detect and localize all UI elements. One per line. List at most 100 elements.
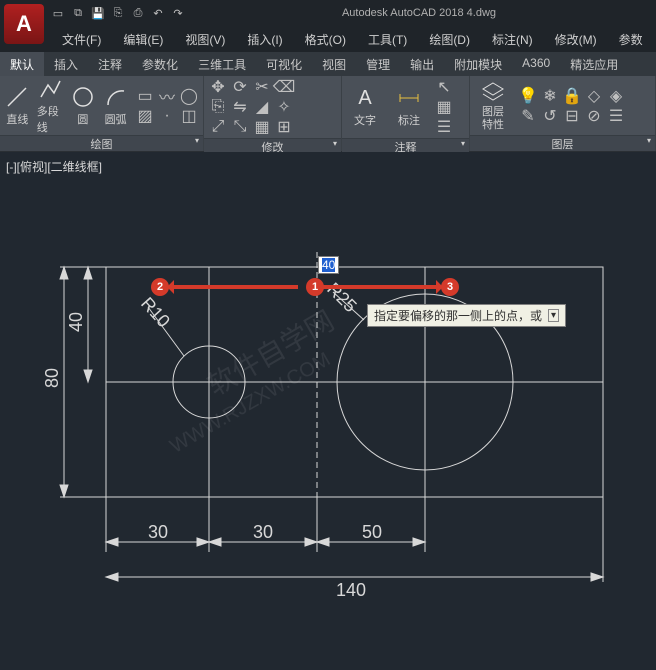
tab-parametric[interactable]: 参数化 [132, 52, 188, 76]
move-icon[interactable]: ✥ [208, 78, 228, 96]
tab-3dtools[interactable]: 三维工具 [188, 52, 256, 76]
circle-button[interactable]: 圆 [70, 79, 97, 133]
layer-prev-icon[interactable]: ↺ [540, 107, 560, 125]
mtext-icon[interactable]: ☰ [434, 118, 454, 136]
layer-state-icon[interactable]: ⊟ [562, 107, 582, 125]
saveas-icon[interactable]: ⎘ [110, 5, 126, 21]
table-icon[interactable]: ▦ [434, 98, 454, 116]
dim-50: 50 [362, 522, 382, 542]
modify-tools: ✥ ⟳ ✂ ⌫ ⎘ ⇋ ◢ ✧ ⤢ ⤡ ▦ ⊞ [208, 78, 294, 136]
menu-format[interactable]: 格式(O) [295, 29, 356, 50]
undo-icon[interactable]: ↶ [150, 5, 166, 21]
drawing-area[interactable]: [-][俯视][二维线框] [0, 152, 656, 670]
point-icon[interactable]: · [157, 107, 177, 125]
region-icon[interactable]: ◫ [179, 107, 199, 125]
menu-draw[interactable]: 绘图(D) [419, 29, 480, 50]
circle-icon [71, 85, 95, 109]
line-icon [5, 85, 29, 109]
spline-icon[interactable]: 〰 [157, 87, 177, 105]
menu-insert[interactable]: 插入(I) [237, 29, 292, 50]
redo-icon[interactable]: ↷ [170, 5, 186, 21]
panel-draw-title[interactable]: 绘图 [0, 135, 203, 151]
arrow-right [322, 285, 440, 289]
dynamic-input[interactable]: 40 [318, 256, 339, 274]
menu-modify[interactable]: 修改(M) [545, 29, 607, 50]
dim-30b: 30 [253, 522, 273, 542]
tab-addins[interactable]: 附加模块 [444, 52, 512, 76]
dim-r10: R10 [137, 293, 174, 331]
polyline-button[interactable]: 多段线 [37, 79, 64, 133]
menu-edit[interactable]: 编辑(E) [113, 29, 173, 50]
layer-lock-icon[interactable]: 🔒 [562, 87, 582, 105]
layer-walk-icon[interactable]: ☰ [606, 107, 626, 125]
layer-props-label: 图层 特性 [482, 106, 504, 130]
app-menu-button[interactable]: A [4, 4, 44, 44]
mirror-icon[interactable]: ⇋ [230, 98, 250, 116]
save-icon[interactable]: 💾 [90, 5, 106, 21]
app-logo-text: A [16, 11, 32, 37]
arc-label: 圆弧 [105, 111, 127, 127]
tooltip-text: 指定要偏移的那一侧上的点，或 [374, 307, 542, 324]
menu-tools[interactable]: 工具(T) [358, 29, 417, 50]
menu-file[interactable]: 文件(F) [52, 29, 111, 50]
trim-icon[interactable]: ✂ [252, 78, 272, 96]
tab-annotate[interactable]: 注释 [88, 52, 132, 76]
arc-button[interactable]: 圆弧 [102, 79, 129, 133]
layer-off-icon[interactable]: ⊘ [584, 107, 604, 125]
tab-default[interactable]: 默认 [0, 52, 44, 76]
ellipse-icon[interactable]: ◯ [179, 87, 199, 105]
dynamic-input-value: 40 [322, 258, 335, 272]
window-title: Autodesk AutoCAD 2018 4.dwg [186, 7, 652, 19]
layer-iso-icon[interactable]: ◈ [606, 87, 626, 105]
cad-drawing: 80 40 30 30 50 140 R10 R25 [0, 152, 656, 670]
menu-param[interactable]: 参数 [609, 29, 653, 50]
tab-insert[interactable]: 插入 [44, 52, 88, 76]
leader-icon[interactable]: ↖ [434, 78, 454, 96]
rectangle-icon[interactable]: ▭ [135, 87, 155, 105]
offset-icon[interactable]: ⊞ [274, 118, 294, 136]
open-icon[interactable]: ⧉ [70, 5, 86, 21]
erase-icon[interactable]: ⌫ [274, 78, 294, 96]
layer-color-icon[interactable]: ◇ [584, 87, 604, 105]
tab-manage[interactable]: 管理 [356, 52, 400, 76]
layer-properties-button[interactable]: 图层 特性 [474, 79, 512, 133]
hatch-icon[interactable]: ▨ [135, 107, 155, 125]
dimension-label: 标注 [398, 112, 420, 128]
panel-layers-title[interactable]: 图层 [470, 135, 655, 151]
tab-a360[interactable]: A360 [512, 52, 560, 76]
tab-visualize[interactable]: 可视化 [256, 52, 312, 76]
dimension-button[interactable]: 标注 [390, 80, 428, 134]
text-icon: A [353, 86, 377, 110]
layer-on-icon[interactable]: 💡 [518, 87, 538, 105]
scale-icon[interactable]: ⤡ [230, 118, 250, 136]
explode-icon[interactable]: ✧ [274, 98, 294, 116]
layer-tools: 💡 ❄ 🔒 ◇ ◈ ✎ ↺ ⊟ ⊘ ☰ [518, 87, 626, 125]
line-label: 直线 [6, 111, 28, 127]
menu-dimension[interactable]: 标注(N) [482, 29, 543, 50]
copy-icon[interactable]: ⎘ [208, 98, 228, 116]
array-icon[interactable]: ▦ [252, 118, 272, 136]
arc-icon [104, 85, 128, 109]
tab-featured[interactable]: 精选应用 [560, 52, 628, 76]
plot-icon[interactable]: ⎙ [130, 5, 146, 21]
rotate-icon[interactable]: ⟳ [230, 78, 250, 96]
ribbon: 直线 多段线 圆 圆弧 ▭ 〰 ◯ ▨ · ◫ 绘图 [0, 76, 656, 152]
fillet-icon[interactable]: ◢ [252, 98, 272, 116]
line-button[interactable]: 直线 [4, 79, 31, 133]
tooltip-menu-icon[interactable]: ▾ [548, 309, 559, 322]
text-button[interactable]: A 文字 [346, 80, 384, 134]
marker-2: 2 [151, 278, 169, 296]
stretch-icon[interactable]: ⤢ [208, 118, 228, 136]
command-tooltip: 指定要偏移的那一侧上的点，或 ▾ [367, 304, 566, 327]
menu-view[interactable]: 视图(V) [175, 29, 235, 50]
marker-3: 3 [441, 278, 459, 296]
polyline-icon [38, 77, 62, 101]
polyline-label: 多段线 [37, 103, 64, 135]
layer-match-icon[interactable]: ✎ [518, 107, 538, 125]
tab-output[interactable]: 输出 [400, 52, 444, 76]
text-label: 文字 [354, 112, 376, 128]
layer-freeze-icon[interactable]: ❄ [540, 87, 560, 105]
panel-draw: 直线 多段线 圆 圆弧 ▭ 〰 ◯ ▨ · ◫ 绘图 [0, 76, 204, 151]
new-icon[interactable]: ▭ [50, 5, 66, 21]
tab-view[interactable]: 视图 [312, 52, 356, 76]
